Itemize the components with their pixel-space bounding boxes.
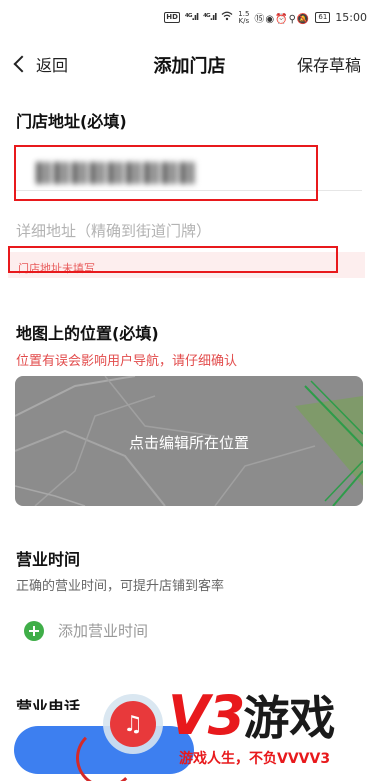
plus-circle-icon (24, 620, 44, 641)
net-speed: 1.5 K/s (238, 10, 250, 25)
status-icons: HD ⁴ᴳ.ıl ⁴ᴳ.ıl 1.5 K/s ⑮◉⏰⚲🔕 61 15:00 (164, 10, 367, 25)
watermark-brand: V3游戏 (168, 686, 335, 748)
net-speed-unit: K/s (238, 16, 250, 25)
system-icons: ⑮◉⏰⚲🔕 (254, 14, 311, 25)
map-edit-label: 点击编辑所在位置 (128, 434, 249, 452)
back-label: 返回 (36, 56, 69, 75)
battery-icon: 61 (315, 12, 331, 23)
address-blurred-value (36, 162, 196, 184)
address-section-title: 门店地址(必填) (16, 112, 127, 131)
hours-subtitle: 正确的营业时间，可提升店铺到客率 (16, 579, 225, 594)
phone-section-title: 营业电话 (16, 698, 81, 710)
map-section-title: 地图上的位置(必填) (16, 324, 159, 343)
nav-bar: 返回 添加门店 保存草稿 (0, 42, 379, 86)
back-button[interactable]: 返回 (12, 52, 68, 76)
hours-section-title: 营业时间 (16, 550, 81, 569)
add-hours-label: 添加营业时间 (58, 622, 149, 640)
map-preview[interactable]: 点击编辑所在位置 (15, 376, 363, 506)
clock: 15:00 (335, 11, 367, 24)
address-input[interactable] (14, 145, 318, 201)
chevron-left-icon (13, 55, 31, 73)
watermark-v3: V3 (168, 684, 245, 747)
wifi-icon (221, 11, 233, 24)
detail-address-input[interactable]: 详细地址（精确到街道门牌） (16, 220, 211, 241)
error-highlight-box (8, 246, 338, 273)
save-draft-button[interactable]: 保存草稿 (297, 52, 361, 76)
watermark-youxi: 游戏 (243, 691, 336, 745)
signal-icon: ⁴ᴳ.ıl (184, 12, 199, 23)
map-warning-text: 位置有误会影响用户导航，请仔细确认 (16, 354, 238, 369)
hd-badge: HD (164, 12, 180, 23)
watermark-slogan: 游戏人生，不负VVVV3 (179, 751, 331, 767)
status-bar: HD ⁴ᴳ.ıl ⁴ᴳ.ıl 1.5 K/s ⑮◉⏰⚲🔕 61 15:00 (0, 0, 379, 36)
signal-icon-2: ⁴ᴳ.ıl (203, 12, 217, 23)
music-logo-icon: ♫ (110, 701, 156, 747)
add-hours-button[interactable]: 添加营业时间 (24, 620, 148, 641)
